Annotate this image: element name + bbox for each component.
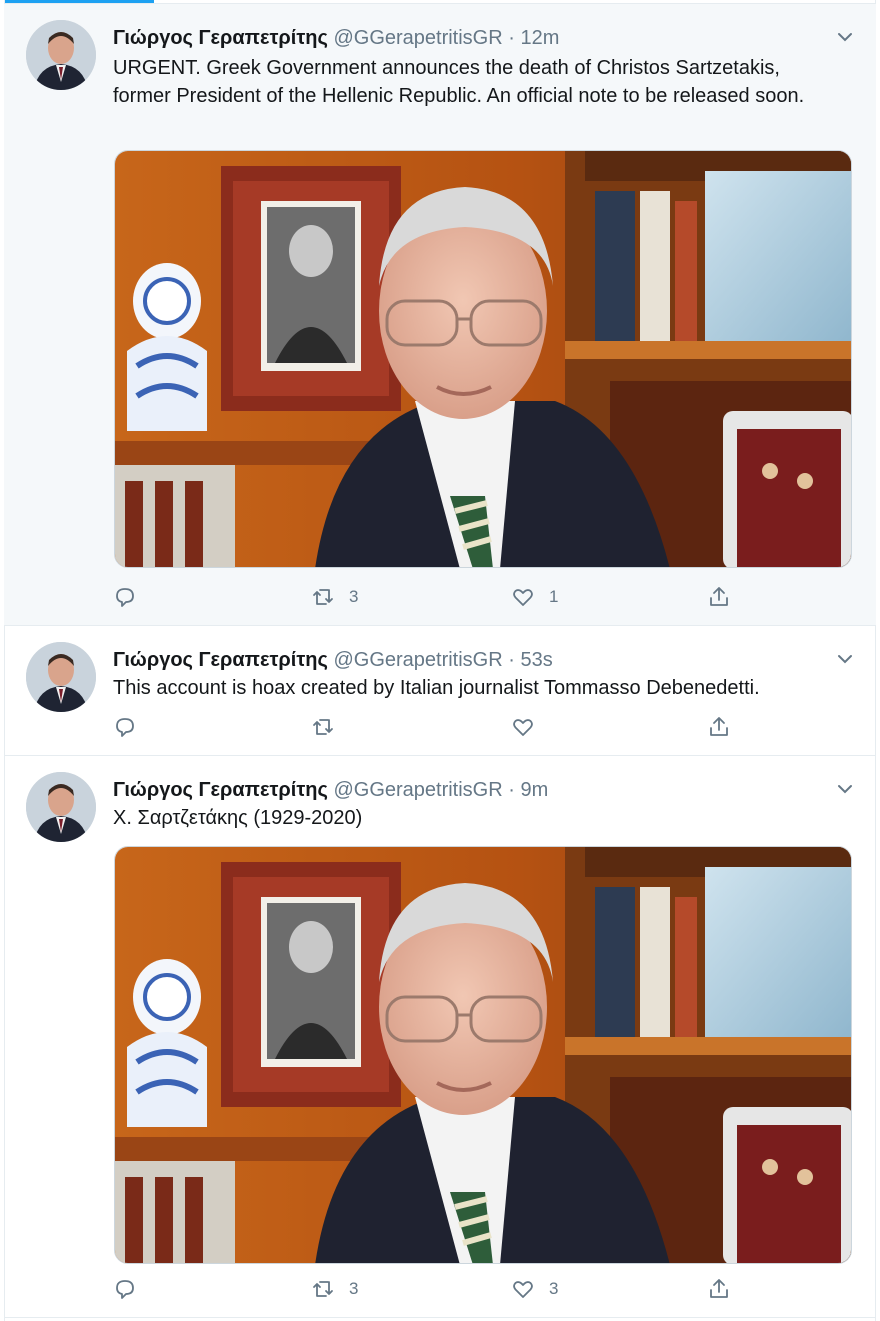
like-button[interactable]: 1 — [511, 582, 558, 612]
tweet-actions: 3 1 — [113, 582, 733, 612]
author-name[interactable]: Γιώργος Γεραπετρίτης — [113, 27, 328, 49]
reply-button[interactable] — [113, 712, 151, 742]
timestamp[interactable]: 12m — [520, 27, 559, 49]
tweet-header: Γιώργος Γεραπετρίτης @GGerapetritisGR · … — [113, 24, 559, 52]
chevron-down-icon[interactable] — [834, 778, 856, 800]
share-icon — [710, 1279, 728, 1298]
author-name[interactable]: Γιώργος Γεραπετρίτης — [113, 779, 328, 801]
retweet-count: 3 — [349, 1279, 359, 1298]
tweet-actions: 3 3 — [113, 1274, 733, 1304]
timestamp[interactable]: 53s — [520, 649, 552, 671]
heart-icon — [513, 719, 533, 736]
tweet-text: This account is hoax created by Italian … — [113, 677, 760, 699]
heart-icon — [513, 1281, 533, 1298]
like-count: 3 — [549, 1279, 559, 1298]
chevron-down-icon[interactable] — [834, 26, 856, 48]
author-handle[interactable]: @GGerapetritisGR — [333, 27, 502, 49]
like-button[interactable]: 3 — [511, 1274, 558, 1304]
separator: · — [508, 779, 515, 801]
share-icon — [710, 587, 728, 606]
reply-button[interactable] — [113, 582, 151, 612]
avatar[interactable] — [26, 642, 96, 712]
retweet-icon — [313, 1281, 333, 1297]
tweet[interactable]: Γιώργος Γεραπετρίτης @GGerapetritisGR · … — [4, 756, 876, 1318]
reply-button[interactable] — [113, 1274, 151, 1304]
like-button[interactable] — [511, 712, 549, 742]
retweet-count: 3 — [349, 587, 359, 606]
author-handle[interactable]: @GGerapetritisGR — [333, 779, 502, 801]
tweet-header: Γιώργος Γεραπετρίτης @GGerapetritisGR · … — [113, 646, 553, 674]
separator: · — [508, 649, 515, 671]
share-icon — [710, 717, 728, 736]
reply-icon — [116, 1280, 134, 1299]
tweet[interactable]: Γιώργος Γεραπετρίτης @GGerapetritisGR · … — [4, 4, 876, 626]
tweet-photo[interactable] — [114, 846, 852, 1264]
tweet-text: Χ. Σαρτζετάκης (1929-2020) — [113, 807, 363, 829]
share-button[interactable] — [707, 1274, 731, 1304]
avatar[interactable] — [26, 772, 96, 842]
separator: · — [508, 27, 515, 49]
author-handle[interactable]: @GGerapetritisGR — [333, 649, 502, 671]
retweet-button[interactable]: 3 — [311, 1274, 358, 1304]
share-button[interactable] — [707, 582, 731, 612]
heart-icon — [513, 589, 533, 606]
like-count: 1 — [549, 587, 559, 606]
reply-icon — [116, 588, 134, 607]
retweet-icon — [313, 719, 333, 735]
author-name[interactable]: Γιώργος Γεραπετρίτης — [113, 649, 328, 671]
tweet-text: URGENT. Greek Government announces the d… — [113, 57, 805, 107]
avatar[interactable] — [26, 20, 96, 90]
retweet-button[interactable]: 3 — [311, 582, 358, 612]
share-button[interactable] — [707, 712, 731, 742]
retweet-button[interactable] — [311, 712, 349, 742]
reply-icon — [116, 718, 134, 737]
retweet-icon — [313, 589, 333, 605]
chevron-down-icon[interactable] — [834, 648, 856, 670]
tweet-photo[interactable] — [114, 150, 852, 568]
timestamp[interactable]: 9m — [520, 779, 548, 801]
tweet-actions — [113, 712, 733, 742]
tweet[interactable]: Γιώργος Γεραπετρίτης @GGerapetritisGR · … — [4, 626, 876, 756]
tweet-header: Γιώργος Γεραπετρίτης @GGerapetritisGR · … — [113, 776, 548, 804]
